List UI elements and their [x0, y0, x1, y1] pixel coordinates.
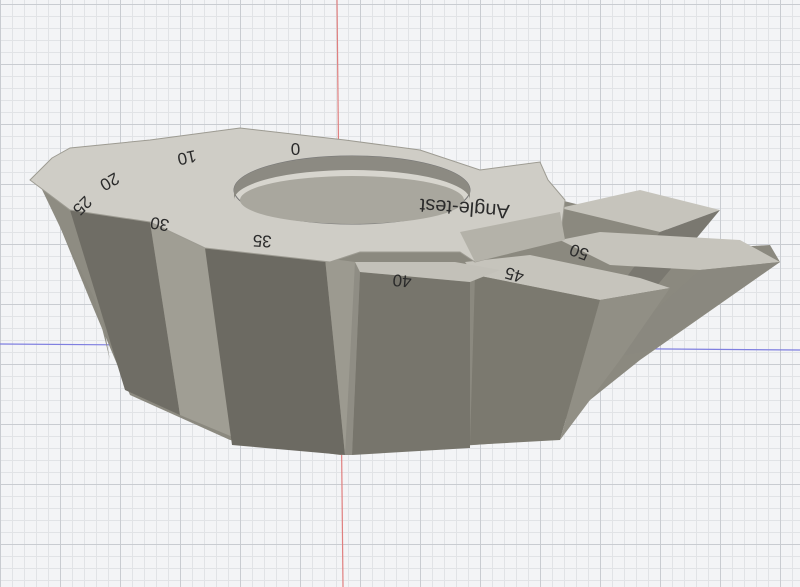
label-40: 40	[392, 270, 413, 291]
tooth-45-front	[470, 275, 600, 445]
label-30: 30	[149, 213, 171, 235]
cad-viewport[interactable]: Angle-test 0 10 20 25 30 35 40 45 50	[0, 0, 800, 587]
label-35: 35	[252, 231, 272, 251]
label-10: 10	[176, 146, 198, 169]
label-0: 0	[290, 139, 300, 158]
tooth-40-front	[352, 272, 470, 455]
model-canvas[interactable]: Angle-test 0 10 20 25 30 35 40 45 50	[0, 0, 800, 587]
angle-test-part[interactable]: Angle-test 0 10 20 25 30 35 40 45 50	[29, 127, 780, 455]
